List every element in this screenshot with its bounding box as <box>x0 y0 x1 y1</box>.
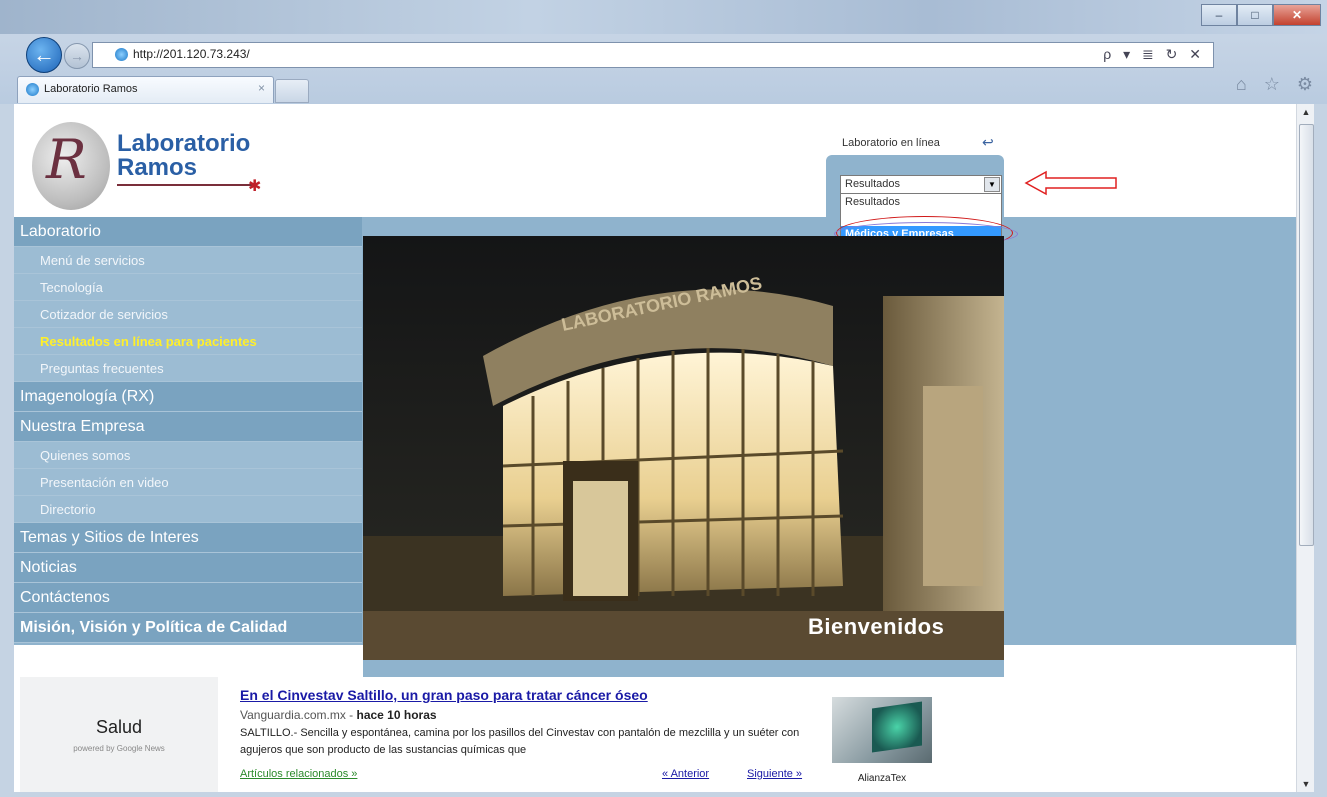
main-navigation: Laboratorio Menú de servicios Tecnología Co… <box>14 217 362 645</box>
news-widget: Salud powered by Google News En el Cinve… <box>14 677 942 792</box>
nav-item-13[interactable]: Contáctenos <box>14 583 362 613</box>
news-age: hace 10 horas <box>356 708 437 722</box>
news-source: Vanguardia.com.mx - hace 10 horas <box>240 708 437 722</box>
nav-item-7[interactable]: Nuestra Empresa <box>14 412 362 442</box>
tab-close-icon[interactable]: × <box>258 81 265 95</box>
tab-title: Laboratorio Ramos <box>44 83 138 95</box>
previous-news-link[interactable]: « Anterior <box>662 768 709 780</box>
nav-item-10[interactable]: Directorio <box>14 496 362 523</box>
window-buttons: – □ ✕ <box>1201 4 1321 26</box>
building-illustration: LABORATORIO RAMOS <box>363 236 1004 660</box>
nav-item-12[interactable]: Noticias <box>14 553 362 583</box>
tab-strip: Laboratorio Ramos × <box>0 74 1327 104</box>
address-bar[interactable]: http://201.120.73.243/ ρ ▾ ≣ ↻ ✕ <box>92 42 1214 68</box>
logo-star-icon: ✱ <box>248 178 262 195</box>
navigation-bar: ← → http://201.120.73.243/ ρ ▾ ≣ ↻ ✕ ⌂ ☆… <box>0 34 1327 94</box>
nav-item-9[interactable]: Presentación en video <box>14 469 362 496</box>
vertical-scrollbar[interactable]: ▲ ▼ <box>1296 104 1315 792</box>
nav-item-2[interactable]: Tecnología <box>14 274 362 301</box>
logo-line-1: Laboratorio <box>117 130 251 157</box>
nav-item-3[interactable]: Cotizador de servicios <box>14 301 362 328</box>
powered-by-google-news[interactable]: powered by Google News <box>20 744 218 753</box>
window-frame-left <box>0 104 14 797</box>
chevron-down-icon[interactable]: ▼ <box>984 177 1000 192</box>
nav-item-14[interactable]: Misión, Visión y Política de Calidad <box>14 613 362 643</box>
nav-item-4[interactable]: Resultados en línea para pacientes <box>14 328 362 355</box>
address-url[interactable]: http://201.120.73.243/ <box>133 47 250 61</box>
forward-button[interactable]: → <box>64 43 90 69</box>
related-articles-link[interactable]: Artículos relacionados » <box>240 768 357 780</box>
welcome-text: Bienvenidos <box>808 614 945 639</box>
nav-item-6[interactable]: Imagenología (RX) <box>14 382 362 412</box>
browser-chrome: – □ ✕ ← → http://201.120.73.243/ ρ ▾ ≣ ↻… <box>0 0 1327 104</box>
maximize-button[interactable]: □ <box>1237 4 1273 26</box>
hero-building-photo: LABORATORIO RAMOS <box>363 236 1004 660</box>
news-category-box: Salud powered by Google News <box>20 677 218 792</box>
scroll-up-icon[interactable]: ▲ <box>1297 104 1315 120</box>
minimize-button[interactable]: – <box>1201 4 1237 26</box>
address-tools-icons[interactable]: ρ ▾ ≣ ↻ ✕ <box>1103 46 1205 63</box>
scrollbar-thumb[interactable] <box>1299 124 1314 546</box>
nav-item-0[interactable]: Laboratorio <box>14 217 362 247</box>
nav-item-1[interactable]: Menú de servicios <box>14 247 362 274</box>
logo-underline <box>117 184 252 186</box>
news-category-title: Salud <box>95 717 143 737</box>
online-label: Laboratorio en línea <box>842 137 940 149</box>
page-viewport: R Laboratorio Ramos ✱ Laboratorio en lín… <box>14 104 1296 792</box>
window-frame-right <box>1314 104 1327 797</box>
news-source-name: Vanguardia.com.mx <box>240 708 346 722</box>
news-thumbnail-caption: AlianzaTex <box>857 773 907 784</box>
news-thumbnail[interactable] <box>832 697 932 763</box>
close-window-button[interactable]: ✕ <box>1273 4 1321 26</box>
logo-line-2: Ramos <box>117 154 198 181</box>
tab-laboratorio-ramos[interactable]: Laboratorio Ramos × <box>17 76 274 103</box>
select-value: Resultados <box>845 178 901 190</box>
site-favicon-icon <box>115 48 128 61</box>
nav-item-11[interactable]: Temas y Sitios de Interes <box>14 523 362 553</box>
new-tab-button[interactable] <box>275 79 309 103</box>
back-button[interactable]: ← <box>26 37 62 73</box>
site-header: R Laboratorio Ramos ✱ <box>14 104 1296 217</box>
scroll-down-icon[interactable]: ▼ <box>1297 776 1315 792</box>
logo-emblem[interactable]: R <box>32 122 110 210</box>
tab-favicon-icon <box>26 83 39 96</box>
logo-text[interactable]: Laboratorio Ramos <box>117 132 250 180</box>
nav-item-8[interactable]: Quienes somos <box>14 442 362 469</box>
photo-bottom-band <box>363 660 1004 677</box>
annotation-arrow-icon <box>1024 170 1117 196</box>
window-frame-bottom <box>0 792 1327 797</box>
results-select[interactable]: Resultados ▼ <box>840 175 1002 194</box>
dropdown-option-resultados[interactable]: Resultados <box>841 194 1001 210</box>
login-arrow-icon[interactable]: ↩ <box>982 134 994 151</box>
news-snippet: SALTILLO.- Sencilla y espontánea, camina… <box>240 727 800 756</box>
title-bar: – □ ✕ <box>0 0 1327 34</box>
news-headline-link[interactable]: En el Cinvestav Saltillo, un gran paso p… <box>240 687 648 703</box>
next-news-link[interactable]: Siguiente » <box>747 768 802 780</box>
nav-item-5[interactable]: Preguntas frecuentes <box>14 355 362 382</box>
